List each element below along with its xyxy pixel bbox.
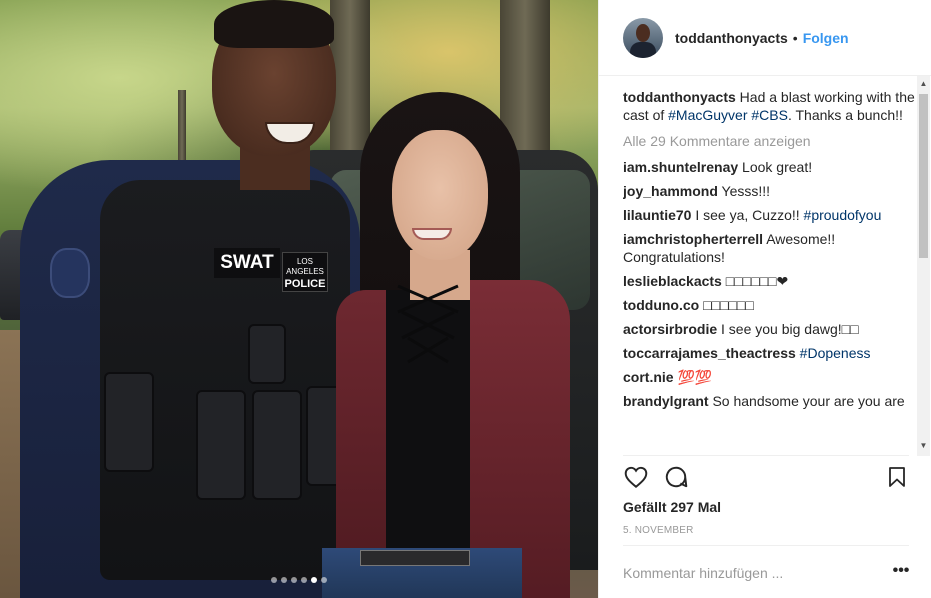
comment-username[interactable]: iamchristopherterrell (623, 231, 763, 247)
comment-text: 💯💯 (677, 369, 713, 385)
hashtag-link[interactable]: #CBS (751, 107, 788, 123)
comment-icon[interactable] (663, 464, 689, 490)
police-patch-line1: LOS ANGELES (286, 257, 324, 276)
comment-row: lilauntie70 I see ya, Cuzzo!! #proudofyo… (623, 206, 917, 224)
vest-pouch (104, 372, 154, 472)
vest-pouch (196, 390, 246, 500)
police-patch: LOS ANGELES POLICE (282, 252, 328, 292)
hashtag-link[interactable]: #proudofyou (804, 207, 882, 223)
comment-username[interactable]: leslieblackacts (623, 273, 722, 289)
comment-username[interactable]: actorsirbrodie (623, 321, 717, 337)
comment-username[interactable]: iam.shuntelrenay (623, 159, 738, 175)
comment-username[interactable]: joy_hammond (623, 183, 718, 199)
vest-pouch (252, 390, 302, 500)
comment-text: So handsome your are you are (712, 393, 905, 409)
post-photo[interactable]: SWAT LOS ANGELES POLICE (0, 0, 598, 598)
post-date[interactable]: 5. NOVEMBER (623, 525, 694, 536)
comment-row: actorsirbrodie I see you big dawg!□□ (623, 320, 917, 338)
police-patch-line2: POLICE (284, 278, 326, 290)
comment-row: iamchristopherterrell Awesome!! Congratu… (623, 230, 917, 266)
caption-username[interactable]: toddanthonyacts (623, 89, 736, 105)
carousel-dot[interactable] (311, 577, 317, 583)
follow-button[interactable]: Folgen (803, 30, 849, 46)
scrollbar-thumb[interactable] (919, 94, 928, 258)
divider (623, 455, 909, 456)
leather-jacket-left (336, 290, 386, 590)
comment-row: todduno.co □□□□□□ (623, 296, 917, 314)
post-caption: toddanthonyacts Had a blast working with… (623, 88, 917, 124)
comment-rows: iam.shuntelrenay Look great! joy_hammond … (623, 158, 917, 410)
add-comment-input[interactable] (623, 562, 883, 584)
comment-text: Yesss!!! (721, 183, 771, 199)
author-username[interactable]: toddanthonyacts (675, 30, 788, 46)
heart-icon[interactable] (623, 464, 649, 490)
caption-text: . Thanks a bunch!! (787, 107, 903, 123)
radio-pouch (248, 324, 286, 384)
carousel-dot[interactable] (271, 577, 277, 583)
man-hair (214, 0, 334, 48)
woman-face (392, 130, 488, 260)
comment-row: cort.nie 💯💯 (623, 368, 917, 386)
carousel-dot[interactable] (281, 577, 287, 583)
shoulder-patch (50, 248, 90, 298)
woman-smile (412, 228, 452, 240)
hashtag-link[interactable]: #Dopeness (800, 345, 871, 361)
post-side-panel: toddanthonyacts • Folgen toddanthonyacts… (598, 0, 931, 598)
hashtag-link[interactable]: #MacGuyver (668, 107, 747, 123)
comment-username[interactable]: brandylgrant (623, 393, 709, 409)
scroll-down-arrow-icon[interactable]: ▼ (917, 440, 930, 452)
tree-trunk (178, 90, 186, 170)
likes-count[interactable]: Gefällt 297 Mal (623, 499, 721, 515)
belt (360, 550, 470, 566)
post-actions (623, 464, 909, 492)
tree-trunk (330, 0, 370, 150)
comment-text: I see you big dawg!□□ (721, 321, 859, 337)
carousel-dot[interactable] (291, 577, 297, 583)
comment-row: leslieblackacts □□□□□□❤ (623, 272, 917, 290)
scroll-up-arrow-icon[interactable]: ▲ (917, 78, 930, 90)
carousel-dot[interactable] (301, 577, 307, 583)
carousel-dot[interactable] (321, 577, 327, 583)
comment-row: toccarrajames_theactress #Dopeness (623, 344, 917, 362)
comment-username[interactable]: lilauntie70 (623, 207, 691, 223)
comment-text: □□□□□□❤ (725, 273, 789, 289)
comments-list[interactable]: toddanthonyacts Had a blast working with… (623, 88, 917, 454)
post-header: toddanthonyacts • Folgen (599, 0, 931, 76)
comment-text: Look great! (742, 159, 813, 175)
comment-username[interactable]: cort.nie (623, 369, 674, 385)
lace-up-neckline (397, 284, 459, 364)
carousel-indicator (0, 577, 598, 583)
swat-patch: SWAT (214, 248, 280, 278)
comment-username[interactable]: todduno.co (623, 297, 699, 313)
comment-text: I see ya, Cuzzo!! (695, 207, 804, 223)
comment-username[interactable]: toccarrajames_theactress (623, 345, 796, 361)
separator-dot: • (792, 29, 798, 46)
comment-text: □□□□□□ (703, 297, 754, 313)
avatar[interactable] (623, 17, 663, 58)
more-options-icon[interactable]: ••• (891, 562, 911, 584)
bookmark-icon[interactable] (885, 464, 909, 490)
view-all-comments-link[interactable]: Alle 29 Kommentare anzeigen (623, 132, 917, 150)
comment-row: iam.shuntelrenay Look great! (623, 158, 917, 176)
divider (623, 545, 909, 546)
comment-row: brandylgrant So handsome your are you ar… (623, 392, 917, 410)
comment-row: joy_hammond Yesss!!! (623, 182, 917, 200)
